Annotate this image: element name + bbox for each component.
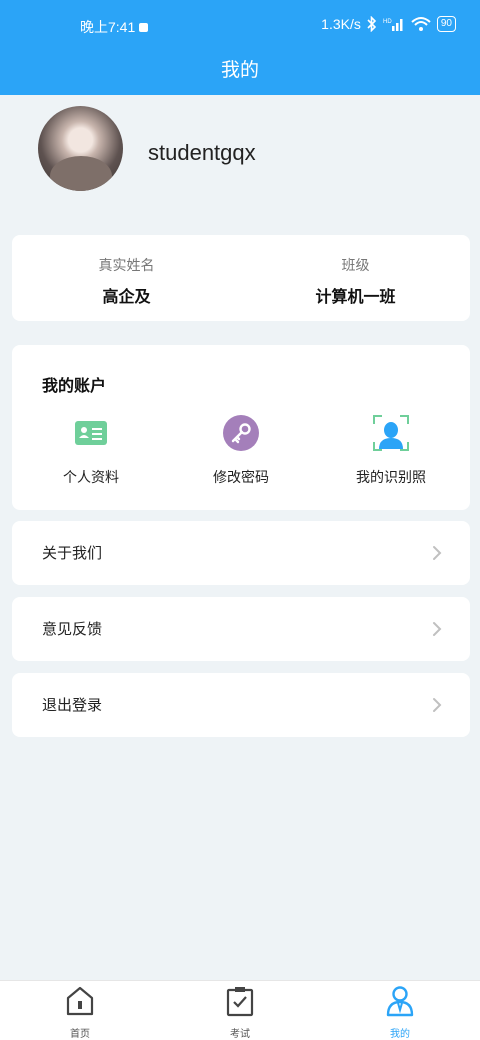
status-time: 晚上7:41 (80, 17, 149, 37)
feedback-label: 意见反馈 (42, 620, 103, 638)
personal-info-button[interactable]: 个人资料 (16, 415, 166, 487)
change-password-button[interactable]: 修改密码 (166, 415, 316, 487)
avatar[interactable] (38, 106, 123, 191)
class-value: 计算机一班 (315, 287, 396, 306)
real-name-label: 真实姓名 (98, 258, 155, 274)
recognition-photo-button[interactable]: 我的识别照 (316, 415, 466, 487)
class-label: 班级 (341, 258, 370, 274)
change-password-label: 修改密码 (213, 470, 269, 486)
clipboard-check-icon (226, 987, 254, 1017)
bluetooth-icon (367, 16, 377, 32)
notification-icon (139, 23, 149, 32)
logout-label: 退出登录 (42, 696, 103, 714)
battery-indicator: 90 (436, 16, 456, 32)
feedback-item[interactable]: 意见反馈 (12, 597, 470, 661)
bottom-tab-bar: 首页 考试 我的 (0, 980, 480, 1040)
tab-exam-label: 考试 (230, 1029, 250, 1040)
net-speed: 1.3K/s (321, 16, 361, 32)
home-icon (66, 986, 94, 1016)
real-name-value: 高企及 (102, 287, 151, 306)
svg-text:HD: HD (383, 19, 392, 25)
logout-item[interactable]: 退出登录 (12, 673, 470, 737)
chevron-right-icon (433, 622, 442, 636)
personal-info-label: 个人资料 (63, 470, 119, 486)
tab-mine[interactable]: 我的 (320, 985, 480, 1040)
id-card-icon (75, 421, 107, 445)
my-account-card: 我的账户 个人资料 修改密码 我的识别照 (12, 345, 470, 510)
student-info-card: 真实姓名 高企及 班级 计算机一班 (12, 235, 470, 321)
status-bar: 晚上7:41 1.3K/s HD 90 (0, 14, 480, 38)
face-scan-icon (373, 415, 409, 451)
chevron-right-icon (433, 698, 442, 712)
page-title: 我的 (220, 59, 259, 81)
real-name-field: 真实姓名 高企及 (12, 255, 241, 307)
key-icon (223, 415, 259, 451)
username: studentgqx (148, 140, 256, 165)
tab-home[interactable]: 首页 (0, 985, 160, 1040)
signal-icon: HD (383, 19, 403, 31)
account-section-title: 我的账户 (42, 376, 107, 395)
about-us-item[interactable]: 关于我们 (12, 521, 470, 585)
tab-home-label: 首页 (70, 1029, 90, 1040)
class-field: 班级 计算机一班 (241, 255, 470, 307)
tab-mine-label: 我的 (390, 1029, 410, 1040)
app-header: 晚上7:41 1.3K/s HD 90 我的 (0, 0, 480, 95)
wifi-icon (411, 17, 431, 31)
profile-section: studentgqx (0, 95, 480, 225)
about-us-label: 关于我们 (42, 544, 103, 562)
chevron-right-icon (433, 546, 442, 560)
tab-exam[interactable]: 考试 (160, 985, 320, 1040)
recognition-photo-label: 我的识别照 (356, 470, 426, 486)
user-icon (386, 986, 414, 1017)
